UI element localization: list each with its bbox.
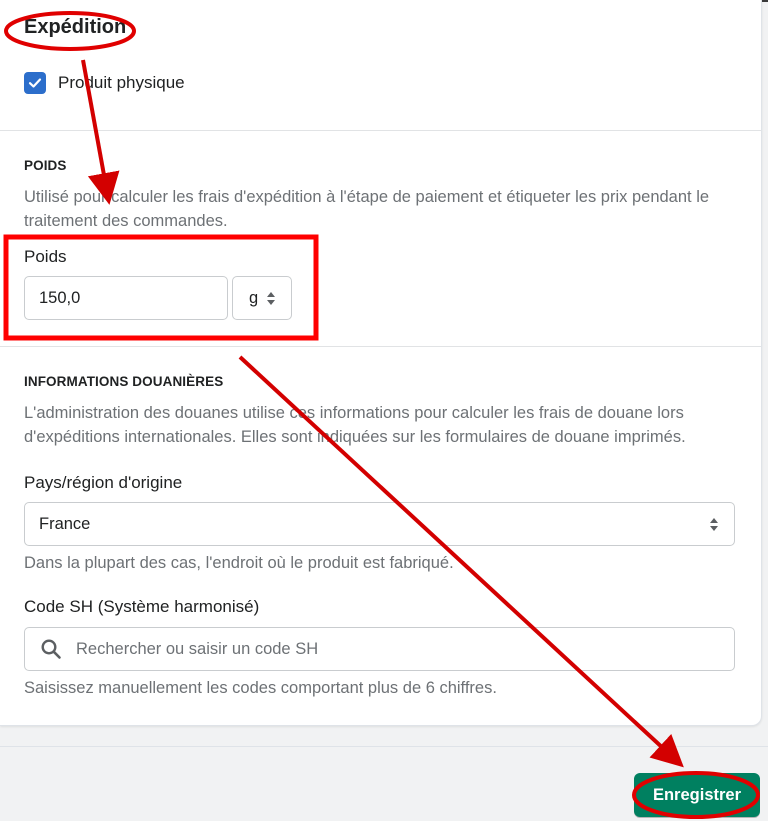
hs-code-placeholder: Rechercher ou saisir un code SH bbox=[76, 639, 319, 658]
divider bbox=[0, 130, 761, 131]
weight-section-title: POIDS bbox=[24, 158, 67, 173]
weight-unit-select[interactable]: g bbox=[232, 276, 292, 320]
weight-value: 150,0 bbox=[39, 288, 81, 307]
search-icon bbox=[41, 639, 61, 659]
physical-product-label: Produit physique bbox=[58, 73, 185, 92]
hs-code-label: Code SH (Système harmonisé) bbox=[24, 597, 260, 616]
stepper-icon bbox=[267, 291, 276, 305]
customs-section-title: INFORMATIONS DOUANIÈRES bbox=[24, 374, 224, 389]
origin-label: Pays/région d'origine bbox=[24, 473, 183, 492]
stepper-icon bbox=[710, 517, 718, 531]
physical-product-checkbox[interactable] bbox=[24, 72, 46, 94]
hs-code-input[interactable]: Rechercher ou saisir un code SH bbox=[24, 627, 735, 671]
hs-code-help-text: Saisissez manuellement les codes comport… bbox=[24, 679, 497, 697]
origin-value: France bbox=[39, 514, 91, 533]
origin-help-text: Dans la plupart des cas, l'endroit où le… bbox=[24, 554, 454, 572]
origin-select[interactable]: France bbox=[24, 502, 735, 546]
weight-unit-value: g bbox=[249, 288, 259, 307]
divider bbox=[0, 346, 761, 347]
save-button[interactable]: Enregistrer bbox=[634, 773, 760, 817]
weight-label: Poids bbox=[24, 247, 67, 266]
weight-input[interactable]: 150,0 bbox=[24, 276, 228, 320]
footer-divider bbox=[0, 746, 768, 747]
weight-help-text: Utilisé pour calculer les frais d'expédi… bbox=[24, 188, 710, 230]
shipping-card: Expédition Produit physique POIDS Utilis… bbox=[0, 0, 762, 726]
physical-product-checkbox-row[interactable]: Produit physique bbox=[24, 72, 185, 94]
customs-help-text: L'administration des douanes utilise ces… bbox=[24, 404, 686, 446]
check-icon bbox=[28, 78, 42, 88]
section-title-shipping: Expédition bbox=[24, 16, 127, 38]
